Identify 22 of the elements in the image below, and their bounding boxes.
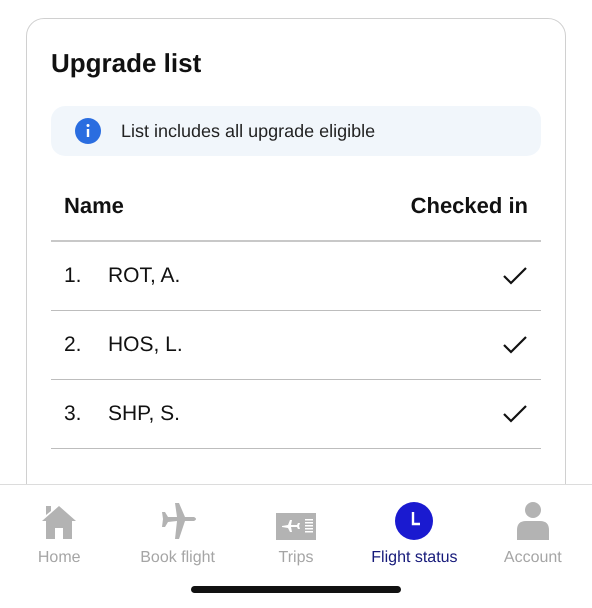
passenger-name: ROT, A. [108,263,182,290]
info-icon [75,118,101,144]
passenger-name: SHP, S. [108,401,181,428]
card-title: Upgrade list [51,47,202,79]
checkmark-icon [502,335,528,355]
tab-bar-item[interactable]: Flight status [355,485,474,571]
row-number: 3. [64,401,83,428]
column-header: Checked in [410,192,528,220]
ticket-icon [276,513,316,540]
person-icon [516,502,549,540]
info-text: List includes all upgrade eligible [121,120,376,143]
checkmark-icon [502,266,528,286]
row-number: 2. [64,332,83,358]
tab-bar-item[interactable]: Home [0,485,118,571]
clock-icon [395,502,434,540]
tab-bar-item[interactable]: Book flight [118,485,237,571]
checkmark-icon [502,404,528,424]
passenger-name: HOS, L. [108,332,184,358]
row-number: 1. [64,263,83,290]
tab-bar-item[interactable]: Account [474,485,592,571]
tab-bar-item[interactable]: Trips [236,485,356,571]
column-header: Name [64,192,124,220]
